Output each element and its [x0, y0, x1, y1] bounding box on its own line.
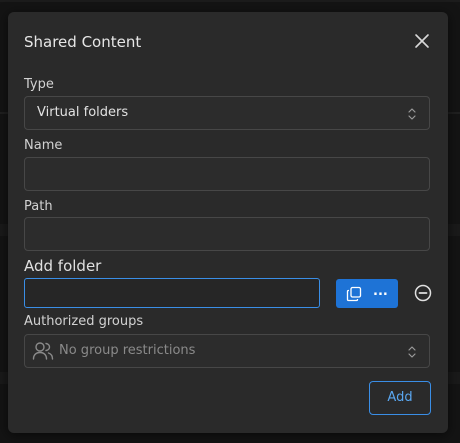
chevron-updown-icon — [408, 346, 416, 358]
browse-folder-button[interactable]: ... — [336, 279, 398, 308]
backdrop-band — [0, 0, 460, 2]
name-input[interactable] — [24, 157, 430, 191]
type-label: Type — [24, 77, 54, 92]
remove-folder-button[interactable] — [414, 284, 432, 302]
type-select-value: Virtual folders — [37, 105, 129, 120]
authorized-groups-label: Authorized groups — [24, 314, 144, 329]
authorized-groups-select[interactable]: No group restrictions — [24, 334, 430, 368]
type-select[interactable]: Virtual folders — [24, 96, 430, 130]
path-label: Path — [24, 199, 53, 214]
add-button[interactable]: Add — [369, 381, 431, 415]
users-icon — [32, 342, 54, 360]
path-input[interactable] — [24, 217, 430, 251]
add-folder-label: Add folder — [24, 257, 102, 275]
close-button[interactable] — [412, 31, 432, 51]
close-icon — [415, 34, 429, 48]
copy-folders-icon — [346, 286, 362, 302]
authorized-groups-placeholder: No group restrictions — [59, 343, 196, 358]
chevron-updown-icon — [408, 108, 416, 120]
name-label: Name — [24, 138, 63, 153]
minus-circle-icon — [414, 284, 432, 302]
dialog-title: Shared Content — [24, 33, 142, 51]
shared-content-dialog: Shared Content Type Virtual folders Name… — [8, 12, 448, 433]
folder-input[interactable] — [24, 278, 320, 308]
browse-label: ... — [373, 284, 388, 299]
